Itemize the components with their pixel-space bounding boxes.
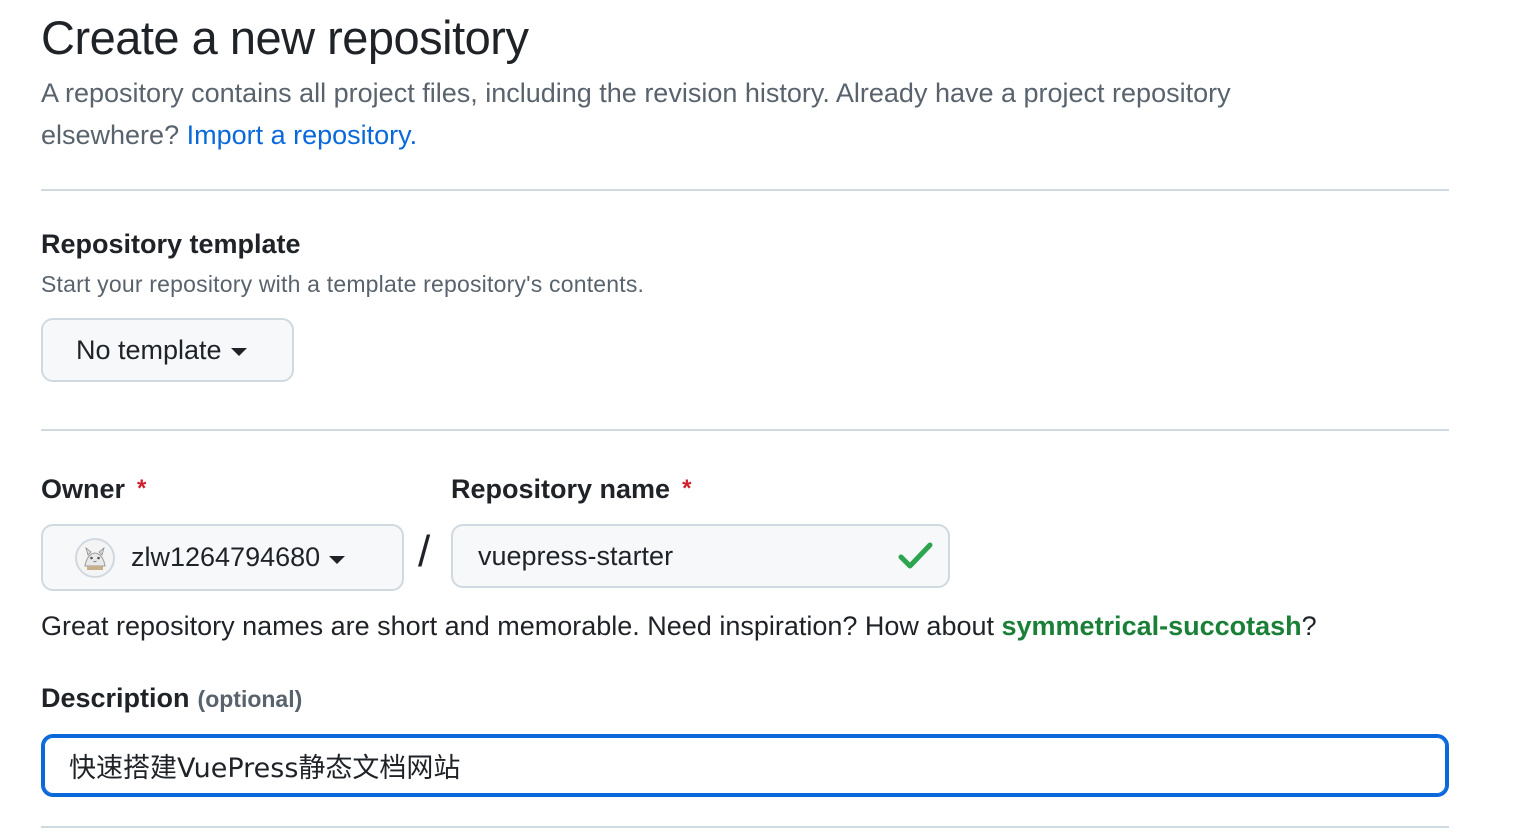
check-icon	[898, 542, 933, 569]
owner-repo-separator: /	[418, 527, 431, 576]
required-mark: *	[137, 475, 147, 502]
divider	[41, 429, 1449, 431]
template-heading: Repository template	[41, 229, 301, 259]
owner-label: Owner	[41, 474, 126, 504]
repo-name-label: Repository name	[451, 474, 671, 504]
optional-label: (optional)	[197, 686, 303, 712]
page-title: Create a new repository	[41, 11, 529, 64]
template-dropdown-button[interactable]: No template	[41, 318, 294, 382]
owner-avatar	[75, 537, 115, 578]
description-label: Description	[41, 683, 190, 713]
name-suggestion-link[interactable]: symmetrical-succotash	[1002, 611, 1302, 641]
description-input[interactable]: 快速搭建VuePress静态文档网站	[41, 734, 1449, 797]
page-intro: A repository contains all project files,…	[41, 72, 1371, 156]
owner-value: zlw1264794680	[131, 542, 321, 572]
template-subtext: Start your repository with a template re…	[41, 271, 645, 297]
create-repository-page: Create a new repository A repository con…	[0, 0, 1526, 834]
description-value: 快速搭建VuePress静态文档网站	[69, 753, 461, 784]
hint-text: Great repository names are short and mem…	[41, 611, 1002, 641]
caret-down-icon	[230, 348, 247, 356]
description-label-row: Description (optional)	[41, 683, 302, 714]
owner-label-row: Owner *	[41, 474, 146, 505]
template-dropdown-label: No template	[76, 334, 222, 365]
divider	[41, 189, 1449, 191]
divider	[41, 826, 1449, 828]
hint-suffix: ?	[1301, 611, 1317, 641]
repo-name-value: vuepress-starter	[478, 540, 674, 571]
import-repository-link[interactable]: Import a repository.	[187, 120, 418, 150]
owner-dropdown-button[interactable]: zlw1264794680	[41, 524, 404, 591]
caret-down-icon	[329, 555, 346, 564]
cat-avatar-icon	[77, 539, 113, 576]
repo-name-hint: Great repository names are short and mem…	[41, 611, 1317, 642]
repo-name-label-row: Repository name *	[451, 474, 691, 505]
required-mark: *	[682, 475, 692, 502]
repo-name-input[interactable]: vuepress-starter	[451, 524, 950, 588]
